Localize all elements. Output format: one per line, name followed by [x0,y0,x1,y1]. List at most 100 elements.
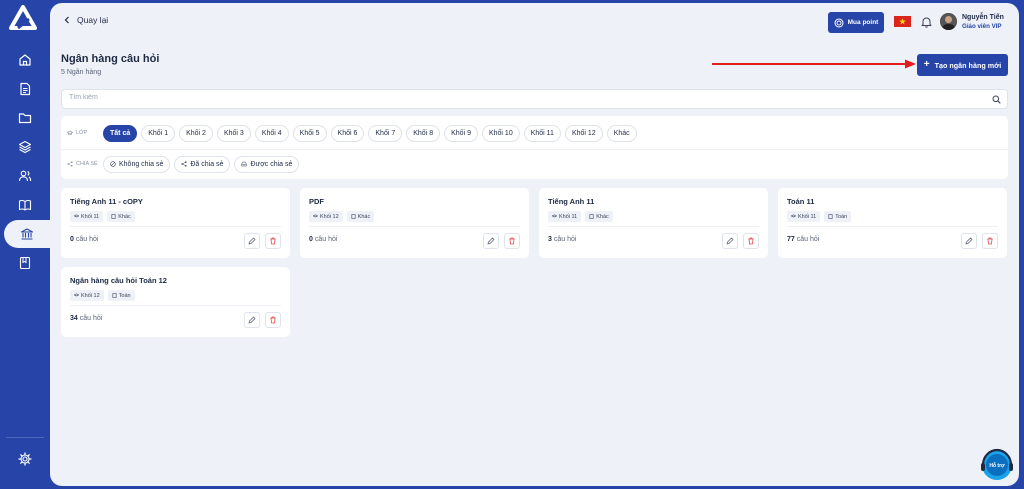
bank-title[interactable]: Tiếng Anh 11 - cOPY [70,197,143,206]
bank-title[interactable]: Ngân hàng câu hỏi Toán 12 [70,276,167,285]
share-chip-shared[interactable]: Đã chia sẻ [174,155,231,173]
trash-icon [270,237,276,245]
main-panel: Quay lại Mua point Nguyễn Tiến Giáo viên… [50,3,1019,486]
share-chip-label: Được chia sẻ [250,160,293,168]
bell-icon[interactable] [921,16,932,28]
bank-card[interactable]: PDF Khối 12 Khác 0 câu hỏi [300,188,529,258]
sidebar-item-documents[interactable] [0,75,50,103]
sidebar-item-library[interactable] [0,191,50,219]
share-chip-label: Đã chia sẻ [190,160,224,168]
create-bank-button[interactable]: + Tạo ngân hàng mới [917,54,1008,76]
grade-chip-3[interactable]: Khối 3 [216,124,251,142]
grade-chip-10[interactable]: Khối 10 [481,124,520,142]
sidebar-item-layers[interactable] [0,133,50,161]
edit-button[interactable] [244,233,260,249]
question-count: 77 câu hỏi [787,236,819,243]
edit-button[interactable] [483,233,499,249]
book-icon [828,214,833,219]
sidebar-item-folders[interactable] [0,104,50,132]
question-count-value: 0 [70,236,74,243]
grade-chip-other[interactable]: Khác [606,124,637,142]
question-count-suffix: câu hỏi [796,236,820,243]
sidebar-item-home[interactable] [0,46,50,74]
delete-button[interactable] [265,233,281,249]
user-name[interactable]: Nguyễn Tiến [962,14,1004,21]
grade-tag: Khối 12 [70,290,104,301]
subject-tag-text: Khác [596,213,609,220]
graduation-cap-icon [313,214,318,218]
card-divider [787,226,998,227]
grade-chip-11[interactable]: Khối 11 [523,124,561,142]
delete-button[interactable] [504,233,520,249]
avatar[interactable] [940,13,957,30]
grade-chip-8[interactable]: Khối 8 [406,124,441,142]
sidebar-item-settings[interactable] [0,445,50,473]
graduation-cap-icon [74,293,79,297]
share-chip-received[interactable]: Được chia sẻ [234,155,300,173]
delete-button[interactable] [265,312,281,328]
grade-chip-9[interactable]: Khối 9 [444,124,478,142]
edit-button[interactable] [961,233,977,249]
subject-tag-text: Toán [118,292,131,299]
edit-button[interactable] [244,312,260,328]
user-role: Giáo viên VIP [962,23,1002,30]
grade-chip-1[interactable]: Khối 1 [141,124,176,142]
pencil-icon [726,237,734,245]
grade-chip-all[interactable]: Tất cả [103,124,138,142]
share-filter-row: CHIA SẺ Không chia sẻ Đã chia sẻ Được ch… [61,154,1008,174]
question-count-suffix: câu hỏi [314,236,338,243]
book-icon [351,214,356,219]
grade-tag: Khối 11 [787,211,821,222]
support-chat-icon[interactable]: Hỗ trợ [979,447,1015,483]
bank-title[interactable]: Tiếng Anh 11 [548,197,594,206]
question-count: 3 câu hỏi [548,236,576,243]
pencil-icon [487,237,495,245]
chevron-left-icon [64,16,69,24]
circle-slash-icon [110,161,116,167]
filter-divider [61,149,1008,150]
sidebar-item-users[interactable] [0,162,50,190]
search-input[interactable] [69,94,969,101]
edit-button[interactable] [722,233,738,249]
graduation-cap-icon [74,214,79,218]
support-badge-text: Hỗ trợ [989,462,1005,469]
sidebar-item-notebook[interactable] [0,249,50,277]
bank-card[interactable]: Toán 11 Khối 11 Toán 77 câu hỏi [778,188,1007,258]
annotation-arrow [712,59,916,69]
app-logo[interactable] [9,5,37,31]
share-chip-not-shared[interactable]: Không chia sẻ [103,155,171,173]
vietnam-flag-icon[interactable] [894,16,911,27]
search-icon[interactable] [992,95,1001,104]
home-icon [19,54,31,66]
grade-chip-2[interactable]: Khối 2 [179,124,213,142]
sidebar-item-question-bank[interactable] [4,220,50,248]
grade-tag: Khối 12 [309,211,343,222]
grade-filter-label: LỚP [67,130,103,136]
trash-icon [987,237,993,245]
bank-title[interactable]: Toán 11 [787,197,814,206]
grade-chip-4[interactable]: Khối 4 [254,124,289,142]
bank-card[interactable]: Ngân hàng câu hỏi Toán 12 Khối 12 Toán 3… [61,267,290,337]
buy-point-button[interactable]: Mua point [828,12,884,33]
grade-chip-7[interactable]: Khối 7 [368,124,403,142]
bank-title[interactable]: PDF [309,197,324,206]
bank-card[interactable]: Tiếng Anh 11 Khối 11 Khác 3 câu hỏi [539,188,768,258]
delete-button[interactable] [743,233,759,249]
bank-card[interactable]: Tiếng Anh 11 - cOPY Khối 11 Khác 0 câu h… [61,188,290,258]
search-box [61,89,1008,109]
grade-tag: Khối 11 [548,211,582,222]
delete-button[interactable] [982,233,998,249]
book-icon [112,293,117,298]
inbox-icon [241,161,248,167]
question-count-suffix: câu hỏi [75,236,99,243]
card-divider [309,226,520,227]
grade-chip-6[interactable]: Khối 6 [330,124,365,142]
back-link[interactable]: Quay lại [63,15,108,25]
grade-chip-5[interactable]: Khối 5 [292,124,327,142]
subject-tag-text: Khác [118,213,131,220]
grade-tag-text: Khối 12 [320,213,339,220]
share-icon [67,161,73,167]
subject-tag: Khác [346,211,375,222]
back-label: Quay lại [77,15,109,25]
grade-chip-12[interactable]: Khối 12 [564,124,603,142]
